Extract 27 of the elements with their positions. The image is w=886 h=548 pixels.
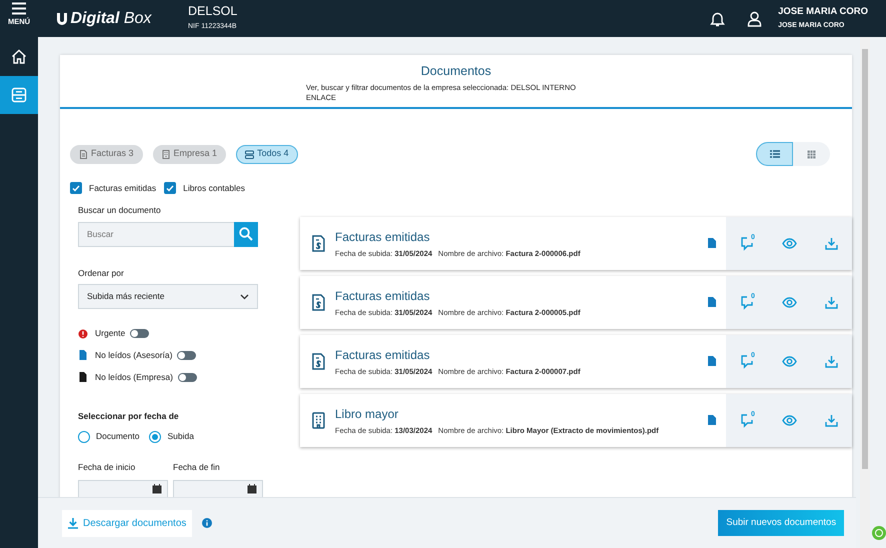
- toggle-label: No leídos (Asesoría): [95, 349, 172, 362]
- section-label: Seleccionar por fecha de: [78, 410, 180, 422]
- document-title: Libro mayor: [335, 406, 400, 423]
- download-documents-button[interactable]: Descargar documentos: [62, 510, 192, 536]
- toggle-label: Urgente: [95, 327, 126, 340]
- filter-chip[interactable]: Empresa 1: [152, 144, 226, 164]
- field-label: Fecha de inicio: [78, 461, 136, 474]
- radio-label: Documento: [96, 430, 140, 443]
- search-field[interactable]: Buscar: [78, 222, 234, 246]
- document-title: Facturas emitidas: [335, 346, 431, 364]
- document-title: Facturas emitidas: [335, 288, 431, 305]
- checkbox-label: Libros contables: [183, 182, 245, 195]
- filter-chip[interactable]: Facturas 3: [70, 144, 143, 164]
- document-title: Facturas emitidas: [335, 228, 431, 246]
- field-label: Buscar un documento: [78, 204, 162, 216]
- sort-dropdown[interactable]: Subida más reciente: [78, 284, 258, 310]
- brand-logo: Digital Box: [70, 8, 152, 28]
- upload-button[interactable]: Subir nuevos documentos: [718, 510, 844, 536]
- filter-chip[interactable]: Todos 4: [236, 144, 298, 164]
- page-title: Documentos: [420, 63, 492, 80]
- field-label: Ordenar por: [78, 266, 125, 280]
- user-name: JOSE MARIA CORO: [778, 5, 868, 20]
- checkbox-label: Facturas emitidas: [89, 182, 156, 195]
- toggle-label: No leídos (Empresa): [95, 370, 173, 384]
- company-name: DELSOL: [188, 4, 238, 19]
- field-label: Fecha de fin: [173, 461, 221, 474]
- radio-label: Subida: [167, 430, 194, 443]
